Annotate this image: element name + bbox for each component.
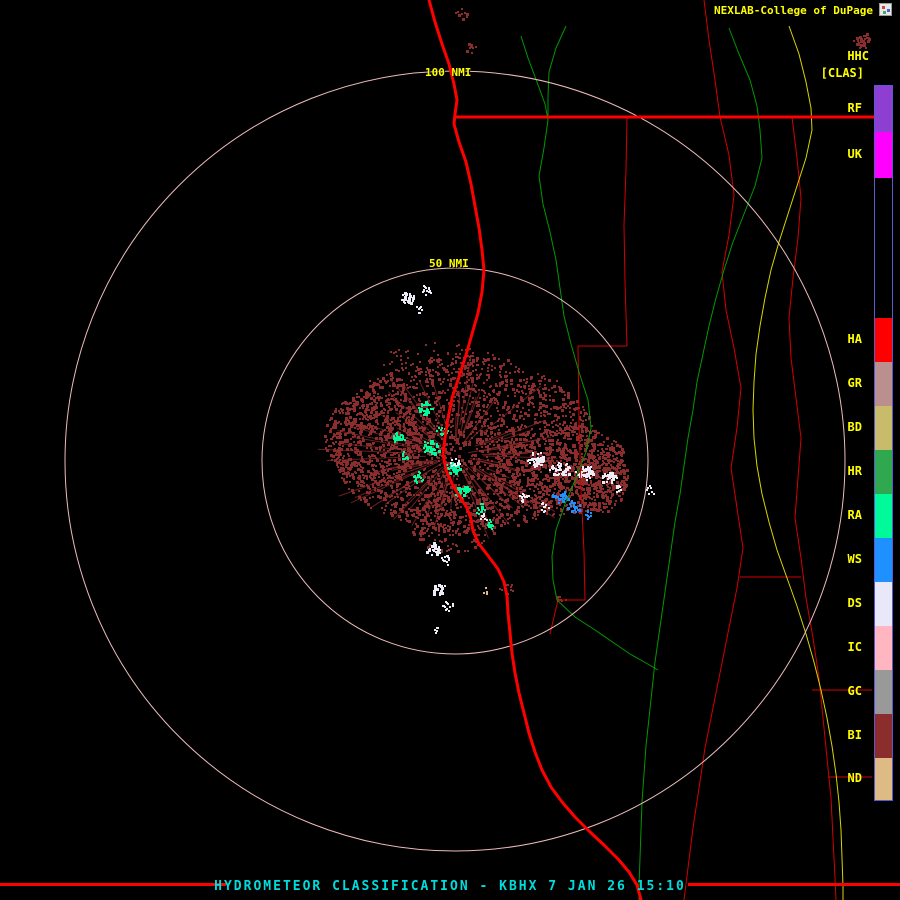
range-rings — [64, 70, 846, 852]
county-line — [549, 599, 585, 635]
legend-label-HA: HA — [847, 332, 862, 346]
highways — [427, 0, 879, 900]
legend-swatch-IC — [875, 626, 892, 670]
range-ring — [64, 70, 846, 852]
radar-map — [64, 0, 879, 900]
highway-yellow — [752, 25, 844, 900]
legend-swatch-GR — [875, 362, 892, 406]
radar-screen: 100 NMI 50 NMI NEXLAB-College of DuPage H… — [0, 0, 900, 900]
legend-swatch-BD — [875, 406, 892, 450]
legend-color-bar — [874, 85, 893, 801]
legend-swatch-GC — [875, 670, 892, 714]
county-line — [703, 0, 721, 118]
product-code: HHC — [847, 49, 869, 63]
brand: NEXLAB-College of DuPage — [714, 4, 873, 17]
legend-swatch-UK — [875, 132, 892, 178]
legend-label-RF: RF — [847, 101, 862, 115]
legend-label-ND: ND — [847, 771, 862, 785]
river-line — [556, 599, 659, 671]
legend-label-GR: GR — [847, 376, 862, 390]
legend-label-RA: RA — [847, 508, 862, 522]
legend-swatch-spacer — [875, 178, 892, 318]
legend-swatch-WS — [875, 538, 892, 582]
legend-label-HR: HR — [847, 464, 862, 478]
footer-rule-left — [0, 883, 226, 886]
legend-swatch-HA — [875, 318, 892, 362]
legend-swatch-ND — [875, 758, 892, 800]
county-line — [788, 116, 837, 900]
county-line — [623, 116, 628, 347]
legend-swatch-DS — [875, 582, 892, 626]
county-line — [683, 116, 744, 900]
legend-swatch-RF — [875, 86, 892, 132]
river-line — [547, 25, 567, 118]
range-ring-label: 100 NMI — [425, 66, 472, 79]
legend-swatch-RA — [875, 494, 892, 538]
legend-label-IC: IC — [847, 640, 862, 654]
river-line — [638, 27, 763, 900]
map-boundaries — [520, 0, 872, 900]
legend-label-BI: BI — [847, 728, 862, 742]
legend-swatch-HR — [875, 450, 892, 494]
broken-image-icon — [879, 3, 892, 16]
legend-label-WS: WS — [847, 552, 862, 566]
range-ring — [261, 267, 649, 655]
legend-label-BD: BD — [847, 420, 862, 434]
legend-label-UK: UK — [847, 147, 862, 161]
product-mode: [CLAS] — [820, 66, 864, 80]
legend-label-DS: DS — [847, 596, 862, 610]
footer-rule-right — [688, 883, 900, 886]
river-line — [520, 35, 592, 601]
range-ring-label: 50 NMI — [429, 257, 469, 270]
product-title: HYDROMETEOR CLASSIFICATION - KBHX 7 JAN … — [214, 879, 686, 894]
legend-label-GC: GC — [847, 684, 862, 698]
legend-swatch-BI — [875, 714, 892, 758]
